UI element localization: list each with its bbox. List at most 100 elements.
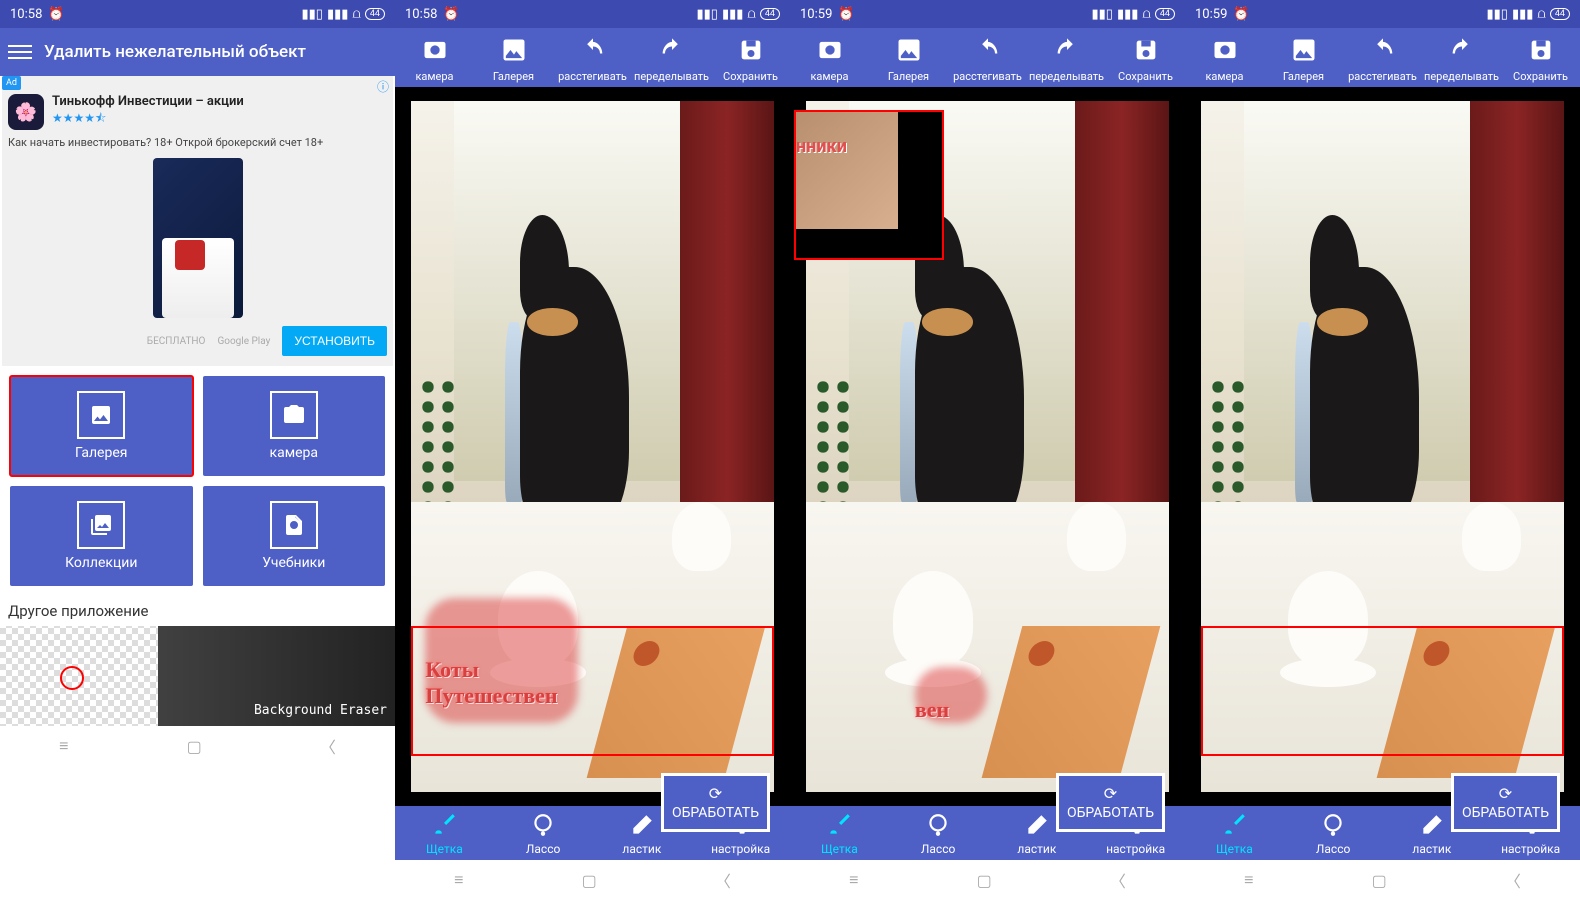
clock: 10:59 [1195,7,1227,22]
clock: 10:58 [10,7,42,22]
promo-banner[interactable]: AD Background Eraser [0,626,395,726]
gallery-tile[interactable]: Галерея [10,376,193,476]
battery-icon: 44 [1155,8,1175,20]
gallery-button[interactable]: Галерея [1264,32,1343,83]
brush-tool[interactable]: Щетка [395,812,494,856]
tool-label: Лассо [1316,842,1350,856]
nav-recent-icon[interactable]: ≡ [454,870,463,890]
refresh-icon: ⟳ [672,784,759,803]
highlight-box [411,626,774,756]
tutorials-tile[interactable]: Учебники [203,486,386,586]
camera-button[interactable]: камера [395,32,474,83]
btn-label: ОБРАБОТАТЬ [1462,805,1549,821]
brush-tool[interactable]: Щетка [1185,812,1284,856]
nav-bar: ≡ ▢ 〈 [790,860,1185,900]
undo-button[interactable]: расстегивать [948,32,1027,83]
install-button[interactable]: УСТАНОВИТЬ [282,326,387,356]
wifi-icon: ⩍ [1537,7,1545,22]
signal-icon: ▮▮▮ [722,7,743,22]
undo-button[interactable]: расстегивать [1343,32,1422,83]
btn-label: Сохранить [723,70,778,83]
lasso-tool[interactable]: Лассо [1284,812,1383,856]
tile-label: Учебники [262,555,325,571]
camera-button[interactable]: камера [790,32,869,83]
btn-label: камера [415,70,453,83]
save-button[interactable]: Сохранить [1501,32,1580,83]
canvas[interactable]: Коты Путешествен [395,87,790,806]
nav-home-icon[interactable]: ▢ [977,871,992,890]
alarm-icon: ⏰ [443,7,459,22]
screen-editor-zoom: 10:59⏰ ▮▮▯▮▮▮⩍44 камера Галерея расстеги… [790,0,1185,900]
brush-tool[interactable]: Щетка [790,812,889,856]
canvas[interactable] [1185,87,1580,806]
wifi-icon: ⩍ [1142,7,1150,22]
tool-label: настройка [1501,842,1560,856]
process-button[interactable]: ⟳ ОБРАБОТАТЬ [661,773,770,832]
camera-button[interactable]: камера [1185,32,1264,83]
promo-name: Background Eraser [254,703,387,718]
process-button[interactable]: ⟳ ОБРАБОТАТЬ [1451,773,1560,832]
ad-store: Google Play [217,336,270,347]
nav-back-icon[interactable]: 〈 [1505,868,1521,892]
undo-button[interactable]: расстегивать [553,32,632,83]
ad-banner[interactable]: Ad ⓘ 🌸 Тинькофф Инвестиции – акции ★★★★⯪… [2,76,393,366]
signal-icon: ▮▮▯ [301,7,322,22]
nav-bar: ≡ ▢ 〈 [395,860,790,900]
btn-label: расстегивать [558,70,627,83]
alarm-icon: ⏰ [1233,7,1249,22]
ad-image [153,158,243,318]
tile-label: Галерея [75,445,127,461]
main-grid: Галерея камера Коллекции Учебники [0,366,395,596]
tool-label: Щетка [821,842,858,856]
gallery-button[interactable]: Галерея [869,32,948,83]
tile-label: Коллекции [65,555,137,571]
process-button[interactable]: ⟳ ОБРАБОТАТЬ [1056,773,1165,832]
lasso-tool[interactable]: Лассо [889,812,988,856]
ad-info-icon[interactable]: ⓘ [377,78,389,95]
tool-label: ластик [1017,842,1056,856]
screen-home: 10:58⏰ ▮▮▯▮▮▮⩍44 Удалить нежелательный о… [0,0,395,900]
section-title: Другое приложение [0,596,395,626]
ad-badge: Ad [2,76,21,90]
status-bar: 10:59⏰ ▮▮▯▮▮▮⩍44 [790,0,1185,28]
zoom-text: нники [796,136,847,157]
nav-bar: ≡ ▢ 〈 [1185,860,1580,900]
ad-app-icon: 🌸 [8,94,44,130]
btn-label: ОБРАБОТАТЬ [1067,805,1154,821]
collections-tile[interactable]: Коллекции [10,486,193,586]
nav-back-icon[interactable]: 〈 [1110,868,1126,892]
btn-label: Галерея [493,70,534,83]
ad-rating: ★★★★⯪ [52,109,244,130]
btn-label: Галерея [1283,70,1324,83]
top-toolbar: камера Галерея расстегивать переделывать… [790,28,1185,87]
redo-button[interactable]: переделывать [632,32,711,83]
nav-back-icon[interactable]: 〈 [715,868,731,892]
gallery-button[interactable]: Галерея [474,32,553,83]
tool-label: ластик [622,842,661,856]
clock: 10:59 [800,7,832,22]
nav-back-icon[interactable]: 〈 [320,734,336,758]
lasso-tool[interactable]: Лассо [494,812,593,856]
top-toolbar: камера Галерея расстегивать переделывать… [1185,28,1580,87]
redo-button[interactable]: переделывать [1027,32,1106,83]
btn-label: камера [810,70,848,83]
app-bar: Удалить нежелательный объект [0,28,395,76]
alarm-icon: ⏰ [838,7,854,22]
nav-recent-icon[interactable]: ≡ [1244,870,1253,890]
btn-label: Сохранить [1118,70,1173,83]
save-button[interactable]: Сохранить [1106,32,1185,83]
nav-bar: ≡ ▢ 〈 [0,726,395,766]
menu-icon[interactable] [8,41,32,63]
btn-label: расстегивать [1348,70,1417,83]
btn-label: камера [1205,70,1243,83]
nav-recent-icon[interactable]: ≡ [59,736,68,756]
save-button[interactable]: Сохранить [711,32,790,83]
tool-label: ластик [1412,842,1451,856]
nav-recent-icon[interactable]: ≡ [849,870,858,890]
nav-home-icon[interactable]: ▢ [1372,871,1387,890]
redo-button[interactable]: переделывать [1422,32,1501,83]
camera-tile[interactable]: камера [203,376,386,476]
btn-label: расстегивать [953,70,1022,83]
nav-home-icon[interactable]: ▢ [582,871,597,890]
nav-home-icon[interactable]: ▢ [187,737,202,756]
